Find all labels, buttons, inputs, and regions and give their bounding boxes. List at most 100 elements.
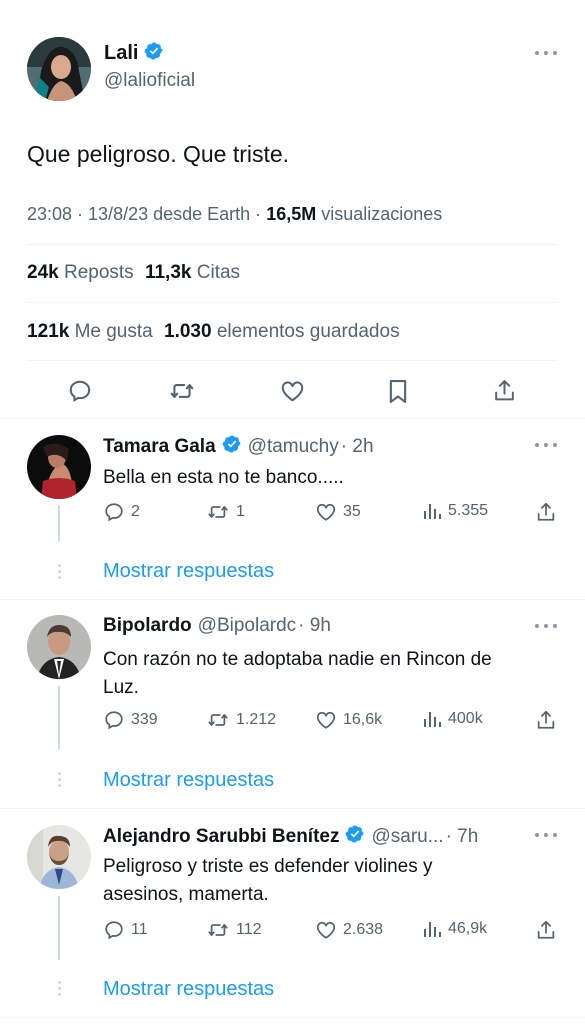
share-icon [537, 710, 555, 729]
reply-author-name[interactable]: Tamara Gala [103, 436, 216, 458]
share-button[interactable] [492, 377, 517, 404]
repost-count[interactable]: 112 [206, 919, 262, 941]
repost-icon [170, 384, 194, 398]
reply-author-name[interactable]: Bipolardo [103, 615, 192, 637]
reposts-label: Reposts [63, 262, 134, 283]
like-icon [316, 711, 336, 729]
thread-dots [57, 772, 61, 787]
divider [0, 418, 585, 419]
reply-avatar[interactable] [27, 825, 91, 889]
share-icon [537, 920, 555, 939]
views-count: 16,5M [266, 204, 317, 224]
divider [0, 808, 585, 809]
more-icon[interactable] [535, 623, 557, 629]
thread-line [58, 505, 60, 542]
repost-icon [208, 506, 228, 518]
like-count-value: 35 [343, 503, 361, 520]
show-replies-link[interactable]: Mostrar respuestas [103, 560, 274, 583]
more-icon[interactable] [535, 50, 557, 56]
reply-count[interactable]: 2 [103, 501, 140, 523]
divider [27, 244, 558, 245]
like-button[interactable] [279, 378, 306, 404]
like-count[interactable]: 16,6k [315, 709, 382, 731]
repost-count[interactable]: 1 [206, 501, 245, 523]
divider [0, 599, 585, 600]
likes-stat[interactable]: 121k Me gusta [27, 321, 158, 342]
bookmark-button[interactable] [387, 378, 409, 405]
reply-text-line: Con razón no te adoptaba nadie en Rincon… [103, 649, 492, 670]
views-count[interactable]: 400k [422, 709, 483, 729]
reposts-count: 24k [27, 262, 59, 283]
repost-button[interactable] [168, 378, 196, 404]
author-handle[interactable]: @lalioficial [104, 70, 195, 92]
reply-time[interactable]: · 9h [298, 615, 331, 637]
reply-text-line: Peligroso y triste es defender violines … [103, 856, 433, 877]
reposts-stat[interactable]: 24k Reposts [27, 262, 139, 283]
show-replies-link[interactable]: Mostrar respuestas [103, 978, 274, 1001]
stats-reposts-quotes: 24k Reposts 11,3k Citas [27, 262, 240, 284]
likes-label: Me gusta [74, 321, 153, 342]
divider [0, 1017, 585, 1018]
reply-time[interactable]: · 7h [446, 826, 479, 848]
reply-count[interactable]: 11 [103, 919, 148, 941]
views-label: visualizaciones [321, 204, 443, 224]
more-icon[interactable] [535, 442, 557, 448]
show-replies-link[interactable]: Mostrar respuestas [103, 769, 274, 792]
reply-icon [69, 380, 91, 403]
reply-author-name[interactable]: Alejandro Sarubbi Benítez [103, 826, 339, 848]
author-name[interactable]: Lali [104, 42, 138, 65]
share-button[interactable] [535, 918, 557, 942]
reply-count-value: 2 [131, 503, 140, 520]
thread-line [58, 686, 60, 750]
like-count-value: 16,6k [343, 711, 383, 728]
verified-badge-icon [144, 41, 164, 66]
reply-button[interactable] [67, 378, 93, 404]
quotes-stat[interactable]: 11,3k Citas [145, 262, 240, 283]
reply-time[interactable]: · 2h [341, 436, 374, 458]
share-icon [495, 380, 514, 401]
reply-avatar[interactable] [27, 435, 91, 499]
more-icon[interactable] [535, 832, 557, 838]
thread-dots [57, 564, 61, 579]
repost-count-value: 1.212 [236, 711, 277, 728]
reply-author-handle[interactable]: @tamuchy [248, 436, 339, 458]
reply-count-value: 339 [131, 711, 158, 728]
reply-text: Con razón no te adoptaba nadie en Rincon… [103, 646, 492, 702]
reply-text: Peligroso y triste es defender violines … [103, 853, 433, 909]
views-icon [424, 712, 441, 727]
like-count[interactable]: 35 [315, 501, 361, 523]
repost-count[interactable]: 1.212 [206, 709, 276, 731]
like-count[interactable]: 2.638 [315, 919, 383, 941]
bookmarks-stat[interactable]: 1.030 elementos guardados [164, 321, 400, 342]
reply-author-handle[interactable]: @Bipolardc [198, 615, 297, 637]
stats-likes-bookmarks: 121k Me gusta 1.030 elementos guardados [27, 321, 400, 343]
tweet-text: Que peligroso. Que triste. [27, 141, 290, 167]
tweet-meta: 23:08 · 13/8/23 desde Earth · 16,5M visu… [27, 204, 442, 225]
quotes-count: 11,3k [144, 262, 192, 283]
reply-text: Bella en esta no te banco..... [103, 467, 344, 488]
reply-text-line: Luz. [103, 677, 139, 698]
views-count-value: 400k [448, 710, 483, 727]
views-count[interactable]: 5.355 [422, 501, 488, 521]
reply-count-value: 11 [131, 921, 148, 938]
reply-count[interactable]: 339 [103, 709, 158, 731]
divider [27, 302, 558, 303]
verified-badge-icon [345, 824, 365, 850]
thread-line [58, 896, 60, 960]
tweet-timestamp[interactable]: 23:08 · 13/8/23 desde Earth · [27, 204, 261, 224]
views-icon [424, 504, 441, 519]
verified-badge-icon [222, 434, 242, 460]
reply-avatar[interactable] [27, 615, 91, 679]
share-button[interactable] [535, 500, 557, 524]
views-count-value: 46,9k [448, 920, 488, 937]
reply-author-handle[interactable]: @saru... [371, 826, 443, 848]
views-count[interactable]: 46,9k [422, 919, 487, 939]
author-avatar[interactable] [27, 37, 91, 101]
bookmarks-count: 1.030 [164, 321, 212, 342]
share-button[interactable] [535, 708, 557, 732]
thread-dots [57, 981, 61, 996]
like-icon [316, 921, 336, 939]
reply-icon [105, 921, 123, 940]
bookmark-icon [389, 380, 407, 403]
bookmarks-label: elementos guardados [216, 321, 400, 342]
